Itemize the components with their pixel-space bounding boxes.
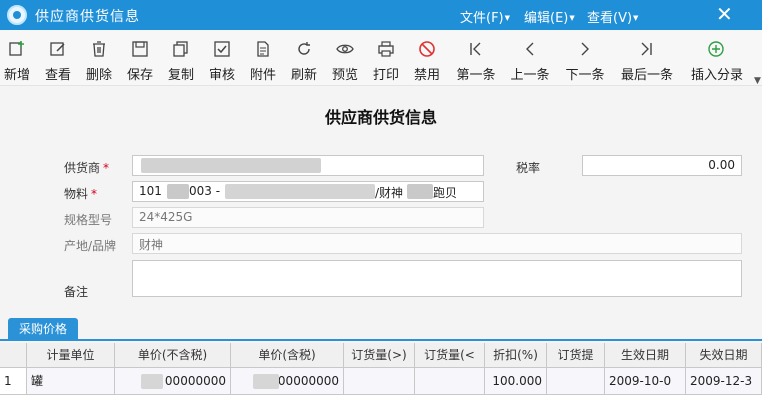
- app-logo-icon: [7, 5, 27, 25]
- purchase-price-grid: 计量单位 单价(不含税) 单价(含税) 订货量(>) 订货量(< 折扣(%) 订…: [0, 343, 762, 417]
- origin-brand-label: 产地/品牌: [64, 239, 117, 253]
- menu-file[interactable]: 文件(F)▼: [460, 7, 510, 26]
- last-icon: [641, 42, 652, 56]
- page-title: 供应商供货信息: [324, 108, 437, 127]
- menu-edit[interactable]: 编辑(E)▼: [524, 7, 575, 26]
- first-icon: [470, 42, 481, 56]
- supplier-field[interactable]: [132, 155, 484, 176]
- col-qty-lt[interactable]: 订货量(<: [415, 343, 485, 368]
- ban-icon: [419, 41, 435, 57]
- next-record-button[interactable]: 下一条: [560, 30, 610, 86]
- prev-record-button[interactable]: 上一条: [505, 30, 555, 86]
- grid-header: 计量单位 单价(不含税) 单价(含税) 订货量(>) 订货量(< 折扣(%) 订…: [0, 343, 762, 368]
- disable-button[interactable]: 禁用: [402, 30, 452, 86]
- edit-icon: [50, 42, 65, 56]
- table-row[interactable]: 1 罐 00000000 00000000 100.000 2009-10-0 …: [0, 368, 762, 395]
- spec-label: 规格型号: [64, 213, 113, 227]
- col-discount[interactable]: 折扣(%): [485, 343, 547, 368]
- add-icon: [9, 41, 24, 56]
- material-label: 物料 *: [64, 187, 98, 201]
- origin-brand-field: 财神: [132, 233, 742, 254]
- row-index-header: [0, 343, 27, 368]
- cell-unit[interactable]: 罐: [27, 368, 115, 395]
- menu-view[interactable]: 查看(V)▼: [587, 7, 638, 26]
- title-bar: 供应商供货信息 文件(F)▼ 编辑(E)▼ 查看(V)▼ ✕: [0, 0, 762, 30]
- first-record-button[interactable]: 第一条: [451, 30, 501, 86]
- col-qty-gt[interactable]: 订货量(>): [344, 343, 415, 368]
- cell-price-ex-tax[interactable]: 00000000: [115, 368, 231, 395]
- refresh-icon: [298, 42, 310, 55]
- toolbar-more-icon[interactable]: ▼: [754, 76, 761, 86]
- chevron-down-icon: ▼: [504, 14, 511, 22]
- last-record-button[interactable]: 最后一条: [621, 30, 673, 86]
- col-lead[interactable]: 订货提: [547, 343, 605, 368]
- cell-effective-date[interactable]: 2009-10-0: [605, 368, 686, 395]
- tab-strip: 采购价格: [0, 316, 762, 341]
- col-price-ex-tax[interactable]: 单价(不含税): [115, 343, 231, 368]
- save-icon: [132, 41, 148, 57]
- printer-icon: [378, 41, 394, 57]
- toolbar: 新增 查看 删除 保存 复制 审核 附件 刷新 预览 打印 禁用 第一条 上一条…: [0, 30, 762, 86]
- cell-discount[interactable]: 100.000: [485, 368, 547, 395]
- supplier-label: 供货商 *: [64, 161, 110, 175]
- col-expiry-date[interactable]: 失效日期: [686, 343, 762, 368]
- attachment-icon: [257, 41, 269, 57]
- check-icon: [214, 41, 230, 57]
- window-title: 供应商供货信息: [35, 9, 140, 25]
- tax-rate-field[interactable]: 0.00: [582, 155, 742, 176]
- remark-label: 备注: [64, 285, 89, 299]
- col-unit[interactable]: 计量单位: [27, 343, 115, 368]
- cell-qty-lt[interactable]: [415, 368, 485, 395]
- insert-entry-button[interactable]: 插入分录: [691, 30, 743, 86]
- tax-rate-label: 税率: [516, 161, 541, 175]
- close-icon[interactable]: ✕: [716, 3, 733, 25]
- spec-field: 24*425G: [132, 207, 484, 228]
- remark-field[interactable]: [132, 260, 742, 297]
- material-field[interactable]: 101 003 - /财神 跑贝: [132, 181, 484, 202]
- cell-qty-gt[interactable]: [344, 368, 415, 395]
- col-effective-date[interactable]: 生效日期: [605, 343, 686, 368]
- cell-price-inc-tax[interactable]: 00000000: [231, 368, 344, 395]
- chevron-down-icon: ▼: [633, 14, 639, 22]
- prev-icon: [526, 42, 534, 56]
- cell-expiry-date[interactable]: 2009-12-3: [686, 368, 762, 395]
- eye-icon: [336, 44, 354, 54]
- tab-purchase-price[interactable]: 采购价格: [8, 318, 78, 341]
- copy-icon: [173, 41, 188, 57]
- col-price-inc-tax[interactable]: 单价(含税): [231, 343, 344, 368]
- trash-icon: [93, 41, 105, 57]
- next-icon: [581, 42, 589, 56]
- insert-icon: [708, 41, 724, 57]
- row-index: 1: [0, 368, 27, 395]
- cell-lead[interactable]: [547, 368, 605, 395]
- chevron-down-icon: ▼: [569, 14, 575, 22]
